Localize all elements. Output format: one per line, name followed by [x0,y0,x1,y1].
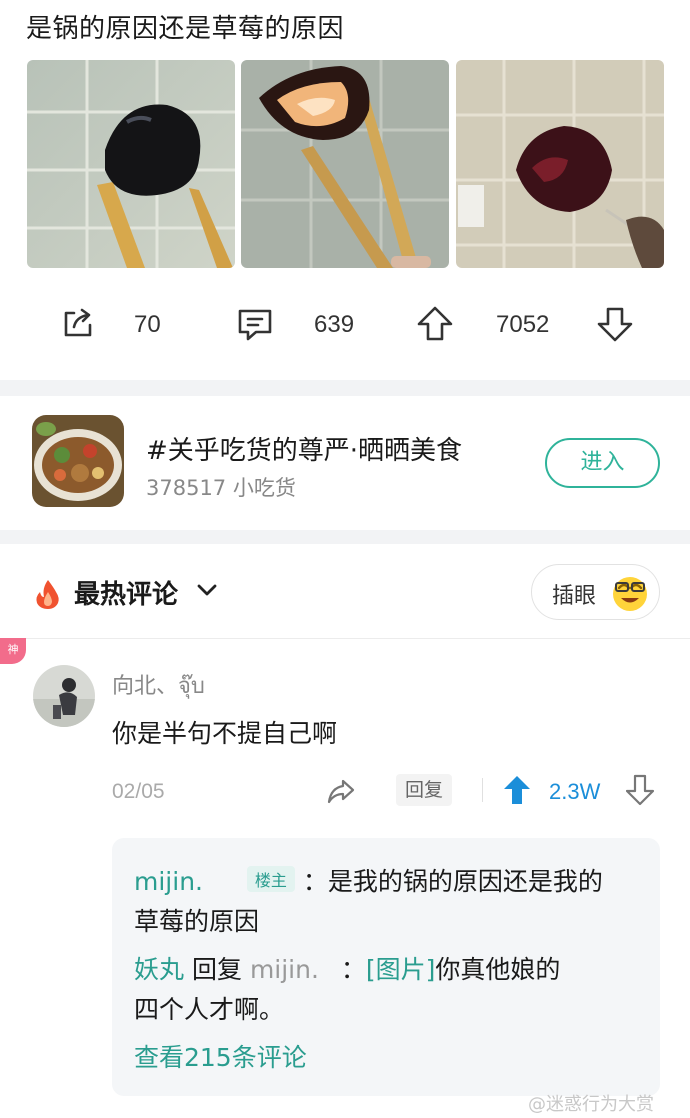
topic-card[interactable]: #关乎吃货的尊严·晒晒美食 378517 小吃货 进入 [0,400,690,525]
fire-icon [34,578,62,614]
god-comment-badge: 神 [0,638,26,664]
forward-icon[interactable] [326,776,356,810]
reply-button[interactable]: 回复 [396,774,452,806]
reply-text: ：是我的锅的原因还是我的 [302,867,603,896]
share-count: 70 [134,311,161,338]
comment-vote-count: 2.3W [549,779,601,804]
reply-text: 你真他娘的 [435,955,561,984]
topic-name[interactable]: #关乎吃货的尊严·晒晒美食 [146,430,462,467]
view-more-replies-link[interactable]: 查看215条评论 [134,1038,307,1074]
post-photos [27,60,664,268]
reply-username[interactable]: mijin. [134,867,203,896]
section-divider [0,530,690,544]
watermark: @迷惑行为大赏 [528,1094,654,1115]
reply-text-continued: 草莓的原因 [134,907,260,936]
reply-username[interactable]: 妖丸 [134,955,184,984]
hot-comments-header: 最热评论 插眼 [0,560,690,625]
comment-username[interactable]: 向北、จุ๊บ [112,668,205,703]
topic-thumbnail [32,415,124,507]
op-badge: 楼主 [246,866,295,892]
section-divider [0,638,690,639]
downvote-icon[interactable] [596,305,634,347]
downvote-icon[interactable] [625,774,655,810]
enter-topic-button[interactable]: 进入 [545,438,660,488]
separator [482,778,483,802]
image-link[interactable]: [图片] [366,955,436,984]
comment-count: 639 [314,311,355,338]
hot-comments-label[interactable]: 最热评论 [74,574,178,611]
reply-word: 回复 [191,955,242,984]
reply-item: 妖丸 回复 mijin. ：[图片]你真他娘的 [134,950,560,986]
share-icon[interactable] [60,305,96,345]
upvote-count: 7052 [496,311,550,338]
grin-emoji-icon [610,573,650,617]
topic-member-count: 378517 小吃货 [146,476,296,500]
reply-target-username[interactable]: mijin. [250,955,319,984]
chevron-down-icon[interactable] [196,580,218,604]
section-divider [0,380,690,396]
comment-icon[interactable] [236,305,274,347]
post-photo-1[interactable] [27,60,235,268]
reply-item: mijin. 楼主 ：是我的锅的原因还是我的 [134,862,603,898]
avatar[interactable] [33,665,95,727]
reply-colon: ： [340,955,366,984]
insert-eye-label: 插眼 [552,584,597,609]
post-actions: 70 639 7052 [0,295,690,357]
upvote-filled-icon[interactable] [503,774,531,810]
upvote-icon[interactable] [416,305,454,347]
reply-text-continued: 四个人才啊。 [134,995,285,1024]
comment-date: 02/05 [112,780,165,803]
reply-thread: mijin. 楼主 ：是我的锅的原因还是我的 草莓的原因 妖丸 回复 mijin… [112,838,660,1096]
post-photo-2[interactable] [241,60,449,268]
post-title: 是锅的原因还是草莓的原因 [26,14,345,44]
post-photo-3[interactable] [456,60,664,268]
comment-text: 你是半句不提自己啊 [112,719,338,748]
insert-eye-button[interactable]: 插眼 [531,564,660,620]
